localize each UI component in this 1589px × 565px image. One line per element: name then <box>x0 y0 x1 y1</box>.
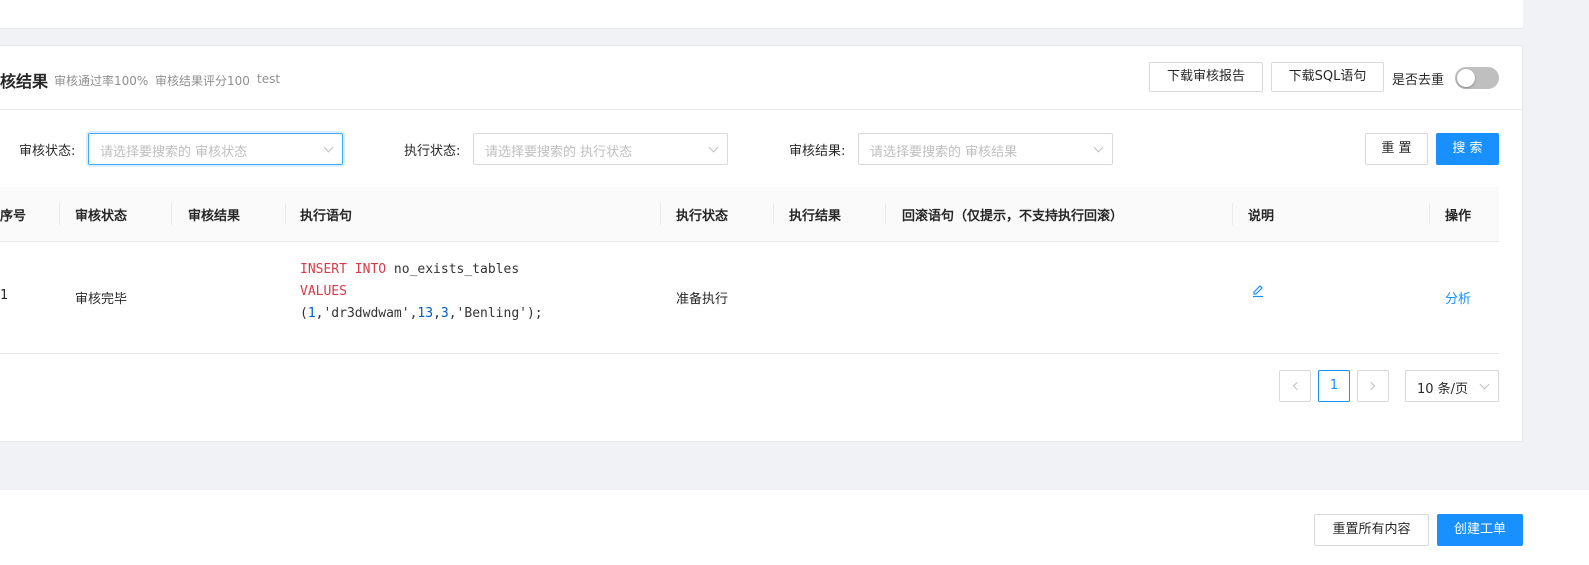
audit-result-card: 核结果 审核通过率100% 审核结果评分100 test 下载审核报告 下载SQ… <box>0 45 1523 442</box>
previous-card <box>0 0 1523 29</box>
audit-status-placeholder: 请选择要搜索的 审核状态 <box>100 145 248 160</box>
dedupe-label: 是否去重 <box>1392 73 1445 88</box>
footer-bar: 重置所有内容 创建工单 <box>0 490 1589 565</box>
audit-result-select[interactable]: 请选择要搜索的 审核结果 <box>858 133 1113 165</box>
audit-status-label: 审核状态: <box>19 144 76 159</box>
chevron-down-icon <box>323 142 334 153</box>
prev-page-button[interactable] <box>1279 370 1311 402</box>
audit-result-label: 审核结果: <box>789 144 846 159</box>
create-order-button[interactable]: 创建工单 <box>1437 514 1523 546</box>
row-index: 1 <box>0 288 9 303</box>
col-rollback: 回滚语句（仅提示，不支持执行回滚） <box>902 209 1124 224</box>
col-action: 操作 <box>1445 209 1472 224</box>
row-audit-status: 审核完毕 <box>75 292 128 307</box>
chevron-down-icon <box>1093 142 1104 153</box>
chevron-down-icon <box>1479 379 1490 390</box>
page-size-select[interactable]: 10 条/页 <box>1405 370 1499 402</box>
col-exec-result: 执行结果 <box>789 209 842 224</box>
audit-status-select[interactable]: 请选择要搜索的 审核状态 <box>88 133 343 165</box>
table-header: 序号 审核状态 审核结果 执行语句 执行状态 执行结果 回滚语句（仅提示，不支持… <box>0 187 1499 242</box>
card-header: 核结果 审核通过率100% 审核结果评分100 test 下载审核报告 下载SQ… <box>0 46 1522 110</box>
next-page-button[interactable] <box>1357 370 1389 402</box>
pass-rate-text: 审核通过率100% <box>54 74 149 88</box>
tag-text: test <box>257 72 281 86</box>
col-sql: 执行语句 <box>300 209 353 224</box>
exec-status-placeholder: 请选择要搜索的 执行状态 <box>485 145 633 160</box>
sql-statement: INSERT INTO no_exists_tables VALUES (1,'… <box>300 262 543 321</box>
chevron-right-icon <box>1366 381 1376 391</box>
score-text: 审核结果评分100 <box>155 74 250 88</box>
card-title: 核结果 <box>0 72 49 91</box>
table-row: 1 审核完毕 INSERT INTO no_exists_tables VALU… <box>0 242 1499 354</box>
exec-status-select[interactable]: 请选择要搜索的 执行状态 <box>473 133 728 165</box>
chevron-down-icon <box>708 142 719 153</box>
page-1-button[interactable]: 1 <box>1318 370 1350 402</box>
col-index: 序号 <box>0 209 27 224</box>
analyze-link[interactable]: 分析 <box>1445 288 1471 307</box>
exec-status-label: 执行状态: <box>404 144 461 159</box>
col-description: 说明 <box>1248 209 1275 224</box>
search-button[interactable]: 搜 索 <box>1436 133 1499 165</box>
col-audit-result: 审核结果 <box>188 209 241 224</box>
reset-button[interactable]: 重 置 <box>1365 133 1428 165</box>
dedupe-switch[interactable] <box>1455 67 1499 89</box>
reset-all-button[interactable]: 重置所有内容 <box>1314 514 1429 546</box>
page-size-value: 10 条/页 <box>1417 382 1469 397</box>
row-exec-status: 准备执行 <box>676 292 729 307</box>
download-report-button[interactable]: 下载审核报告 <box>1149 62 1263 92</box>
download-sql-button[interactable]: 下载SQL语句 <box>1271 62 1384 92</box>
switch-knob <box>1457 69 1475 87</box>
chevron-left-icon <box>1292 381 1302 391</box>
audit-result-placeholder: 请选择要搜索的 审核结果 <box>870 145 1018 160</box>
col-exec-status: 执行状态 <box>676 209 729 224</box>
edit-icon[interactable] <box>1251 282 1265 302</box>
col-audit-status: 审核状态 <box>75 209 128 224</box>
